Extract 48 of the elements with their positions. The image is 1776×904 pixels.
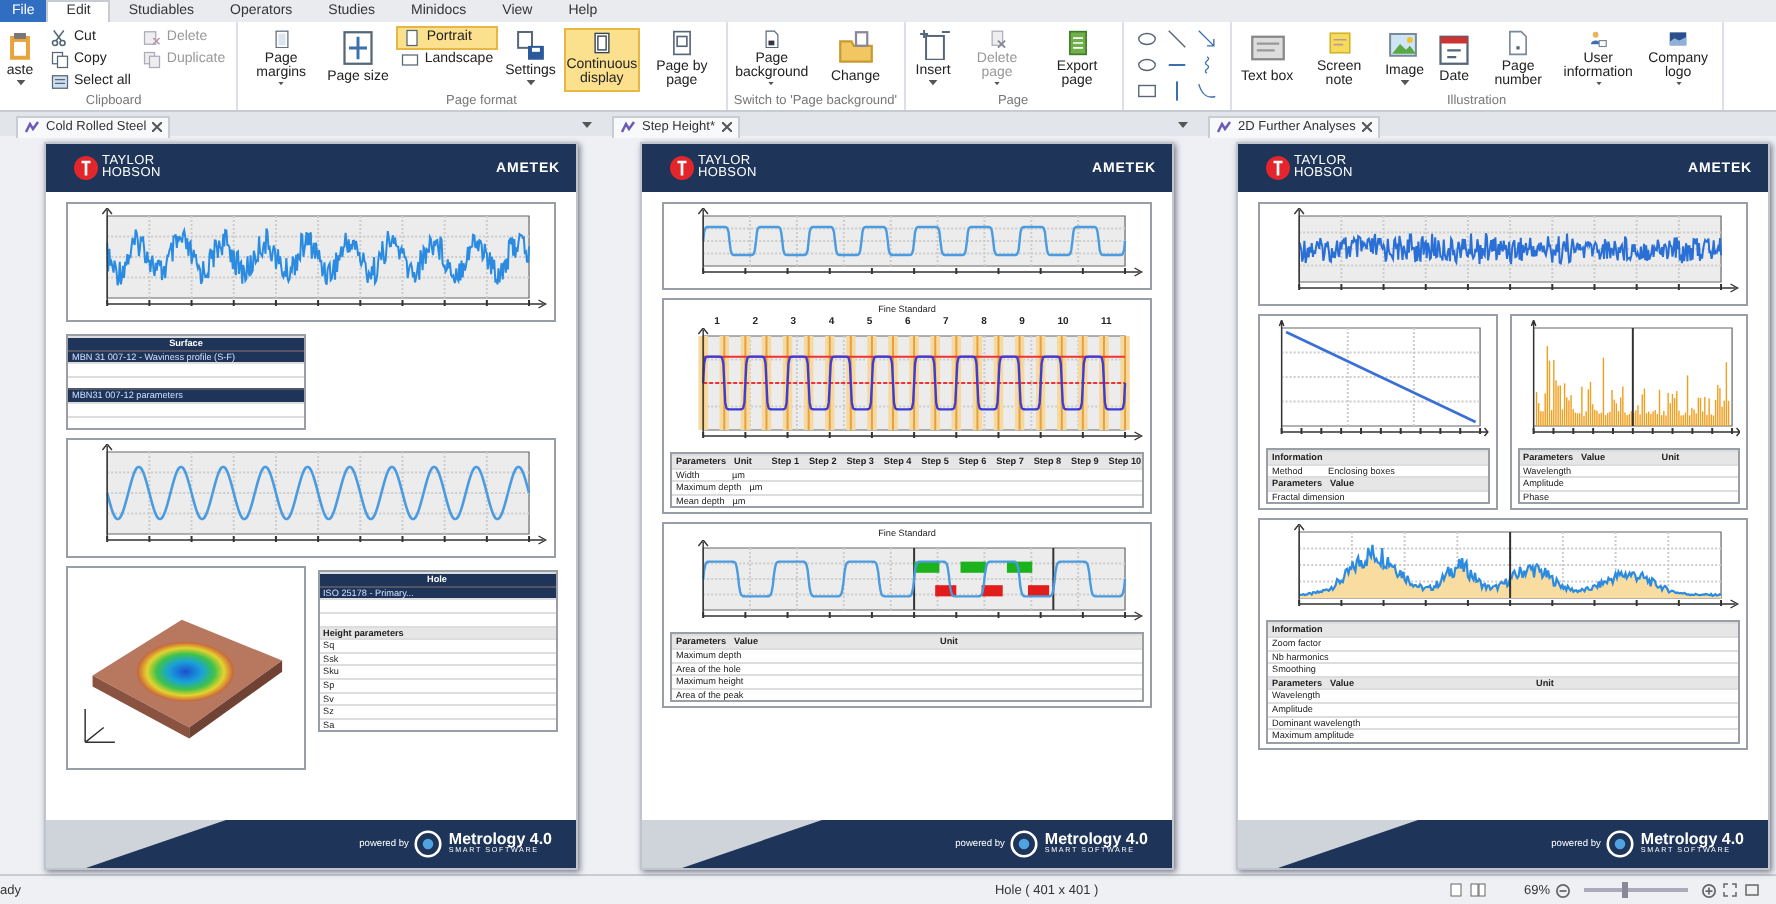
logo-icon (1606, 830, 1635, 858)
copy-icon (50, 49, 70, 69)
logo-icon (670, 156, 694, 180)
pages-view-icon[interactable] (1469, 882, 1486, 898)
zoom-out-icon[interactable] (1556, 883, 1570, 897)
cursor-line (913, 547, 916, 612)
arrows-page-icon (339, 29, 376, 65)
fit-page-icon[interactable] (1722, 882, 1738, 898)
product-name: Metrology 4.0 (1640, 832, 1744, 849)
line-shape-icon[interactable] (1165, 28, 1188, 50)
page-icon (402, 27, 423, 47)
ellipse-shape-icon[interactable] (1135, 28, 1158, 50)
fit-width-icon[interactable] (1744, 882, 1760, 898)
arrow-shape-icon[interactable] (1195, 28, 1218, 50)
page-icon (400, 49, 421, 69)
close-icon[interactable] (152, 122, 163, 132)
duplicate-icon (142, 49, 163, 69)
insert-page-icon (915, 29, 952, 61)
logo-icon (74, 156, 98, 180)
cursor-line (1630, 327, 1633, 427)
peak-area (914, 562, 940, 574)
delete-icon (142, 27, 163, 47)
slider-thumb[interactable] (1622, 882, 1629, 898)
folder-icon (837, 29, 874, 65)
scissors-icon (50, 27, 70, 47)
cursor-line (1052, 547, 1055, 612)
document-icon (620, 119, 636, 135)
caret-icon (582, 121, 592, 127)
logo-icon (1010, 830, 1039, 858)
caret-icon (1178, 121, 1188, 127)
curve-shape-icon[interactable] (1195, 80, 1218, 102)
product-name: Metrology 4.0 (1044, 832, 1148, 849)
peak-area (1006, 562, 1033, 574)
page-settings-icon (512, 29, 549, 61)
logo-icon (414, 830, 443, 858)
document-icon (1216, 119, 1232, 135)
select-all-icon (50, 71, 70, 91)
product-name: Metrology 4.0 (448, 832, 552, 849)
peak-area (960, 562, 986, 574)
close-icon[interactable] (721, 122, 731, 132)
logo-icon (1266, 156, 1290, 180)
close-icon[interactable] (1361, 122, 1372, 132)
ellipse-shape-icon[interactable] (1135, 54, 1158, 76)
image-icon (1386, 29, 1423, 61)
rectangle-shape-icon[interactable] (1135, 80, 1158, 102)
document-icon (24, 119, 40, 135)
cursor-line (1509, 531, 1512, 600)
zoom-in-icon[interactable] (1702, 883, 1716, 897)
